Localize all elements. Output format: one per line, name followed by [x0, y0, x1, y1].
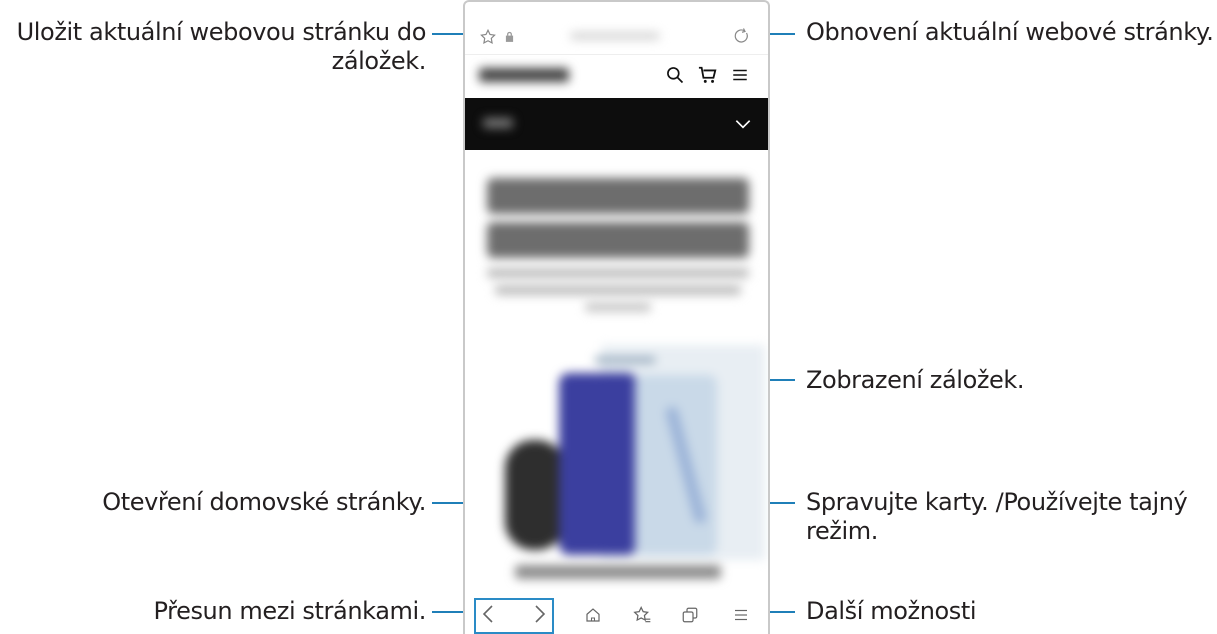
- callout-bookmark-add-line1: Uložit aktuální webovou stránku do: [16, 18, 427, 46]
- callout-more: Další možnosti: [806, 597, 977, 625]
- callout-tabs: Spravujte karty. /Používejte tajný režim…: [806, 488, 1188, 546]
- tabs-icon[interactable]: [681, 606, 699, 624]
- hero-subtitle-line2: [495, 285, 741, 295]
- hero-subtitle-line3: [585, 302, 651, 312]
- page-content: [465, 150, 768, 590]
- callout-home: Otevření domovské stránky.: [102, 488, 426, 516]
- search-icon[interactable]: [665, 65, 685, 85]
- chevron-down-icon[interactable]: [733, 114, 753, 134]
- hero-subtitle: [487, 268, 749, 278]
- callout-bookmark-add-line2: záložek.: [331, 47, 427, 75]
- nav-buttons-highlight: [474, 598, 554, 634]
- cart-icon[interactable]: [697, 65, 719, 85]
- product-image: [485, 345, 765, 560]
- callout-tabs-line1: Spravujte karty. /Používejte tajný: [806, 488, 1188, 516]
- refresh-icon[interactable]: [733, 27, 751, 45]
- category-bar[interactable]: [465, 98, 768, 150]
- lock-icon: [505, 31, 514, 42]
- menu-icon[interactable]: [731, 66, 749, 84]
- phone-screen: [463, 0, 770, 634]
- hero-title-line2: [487, 222, 749, 258]
- callout-refresh: Obnovení aktuální webové stránky.: [806, 18, 1214, 46]
- callout-bookmarks: Zobrazení záložek.: [806, 366, 1025, 394]
- cta-button[interactable]: [515, 565, 721, 579]
- star-icon[interactable]: [479, 28, 497, 46]
- callout-tabs-line2: režim.: [806, 517, 878, 545]
- bookmarks-icon[interactable]: [632, 605, 652, 625]
- site-header: [465, 54, 768, 98]
- category-label: [483, 118, 513, 128]
- url-text: [570, 32, 660, 40]
- callout-bookmark-add: Uložit aktuální webovou stránku do zálož…: [16, 18, 427, 76]
- site-logo: [479, 68, 569, 82]
- url-bar: [465, 2, 768, 55]
- home-icon[interactable]: [584, 606, 602, 624]
- callout-navigate: Přesun mezi stránkami.: [153, 597, 426, 625]
- hero-title: [487, 178, 749, 214]
- more-icon[interactable]: [732, 606, 750, 624]
